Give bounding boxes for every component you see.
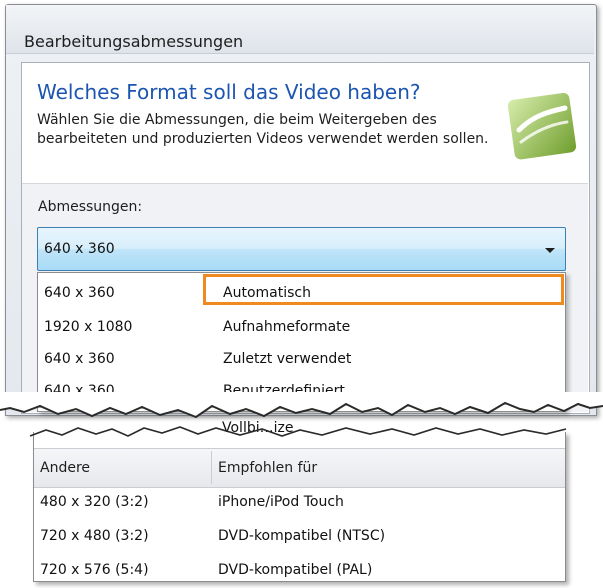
dialog-heading: Welches Format soll das Video haben? — [37, 80, 421, 104]
column-separator — [211, 451, 212, 484]
title-bar[interactable]: Bearbeitungsabmessungen — [6, 5, 594, 54]
table-header: Andere Empfohlen für — [34, 448, 565, 488]
table-row[interactable]: 720 x 576 (5:4) DVD-kompatibel (PAL) — [34, 556, 565, 586]
column-header-other[interactable]: Andere — [40, 460, 90, 476]
dropdown-item-category: Aufnahmeformate — [223, 319, 351, 335]
row-device: DVD-kompatibel (NTSC) — [218, 528, 386, 544]
dropdown-item-size: 640 x 360 — [44, 285, 115, 301]
window-title: Bearbeitungsabmessungen — [24, 32, 244, 51]
dimensions-label: Abmessungen: — [38, 199, 143, 215]
row-size: 480 x 320 (3:2) — [40, 494, 149, 510]
dropdown-item-category: Zuletzt verwendet — [223, 351, 352, 367]
dropdown-item[interactable]: 1920 x 1080 Aufnahmeformate — [38, 311, 565, 341]
dimensions-combobox[interactable]: 640 x 360 — [37, 227, 566, 271]
row-size: 720 x 576 (5:4) — [40, 562, 149, 578]
dimensions-selected-value: 640 x 360 — [44, 241, 115, 257]
dialog-description: Wählen Sie die Abmessungen, die beim Wei… — [37, 112, 489, 147]
dropdown-item[interactable]: 640 x 360 Zuletzt verwendet — [38, 343, 565, 373]
green-media-logo-icon — [507, 92, 577, 160]
torn-edge-divider — [0, 392, 603, 437]
highlight-box — [203, 274, 564, 305]
row-size: 720 x 480 (3:2) — [40, 528, 149, 544]
column-header-recommended-for[interactable]: Empfohlen für — [218, 460, 317, 476]
chevron-down-icon[interactable] — [545, 248, 555, 253]
dropdown-item-size: 640 x 360 — [44, 351, 115, 367]
row-device: DVD-kompatibel (PAL) — [218, 562, 373, 578]
table-row[interactable]: 480 x 320 (3:2) iPhone/iPod Touch — [34, 488, 565, 518]
table-row[interactable]: 720 x 480 (3:2) DVD-kompatibel (NTSC) — [34, 522, 565, 552]
dropdown-item-size: 1920 x 1080 — [44, 319, 133, 335]
row-device: iPhone/iPod Touch — [218, 494, 344, 510]
